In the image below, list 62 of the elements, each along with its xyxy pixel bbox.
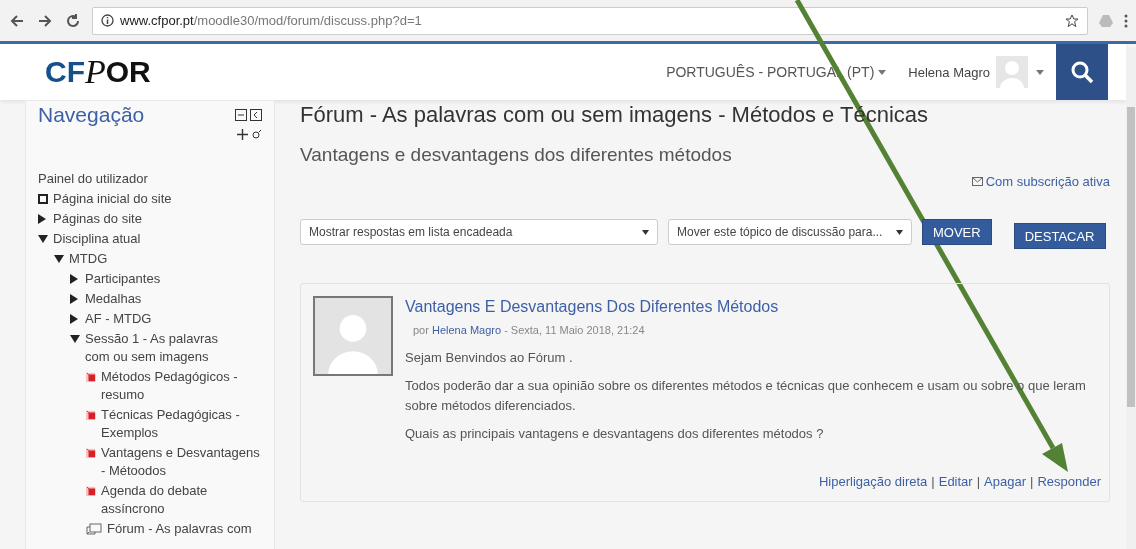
move-topic-select[interactable]: Mover este tópico de discussão para... <box>668 219 912 245</box>
info-icon[interactable] <box>101 14 114 27</box>
move-icon[interactable] <box>237 129 248 140</box>
chat-icon <box>86 522 102 536</box>
post-paragraph: Quais as principais vantagens e desvantagens dos diferentes métodos ? <box>405 425 825 443</box>
search-icon <box>1070 60 1094 84</box>
nav-item[interactable]: Sessão 1 - As palavras com ou sem imagens <box>85 330 245 366</box>
collapsed-triangle-icon[interactable] <box>38 214 46 224</box>
expanded-triangle-icon[interactable] <box>54 255 64 263</box>
caret-icon[interactable] <box>642 229 649 235</box>
nav-item[interactable]: Agenda do debate assíncrono <box>101 482 261 518</box>
post-action-link[interactable]: Editar <box>938 474 973 489</box>
nav-item[interactable]: Vantagens e Desvantagens - Métoodos <box>101 444 261 480</box>
caret-icon[interactable] <box>896 229 903 235</box>
pdf-icon <box>86 371 96 383</box>
nav-item[interactable]: Painel do utilizador <box>38 170 148 188</box>
discussion-title: Vantagens e desvantagens dos diferentes métodos <box>300 144 733 166</box>
post-title[interactable]: Vantagens E Desvantagens Dos Diferentes Métodos <box>405 298 1101 316</box>
nav-item[interactable]: Página inicial do site <box>53 190 172 208</box>
address-bar[interactable]: www.cfpor.pt/moodle30/mod/forum/discuss.php?d=1 <box>92 6 1088 35</box>
nav-item[interactable]: Disciplina atual <box>53 230 141 248</box>
nav-item[interactable]: MTDG <box>69 250 108 268</box>
expanded-triangle-icon[interactable] <box>70 335 80 343</box>
pdf-icon <box>86 485 96 497</box>
pin-button[interactable]: DESTACAR <box>1013 223 1106 249</box>
dock-icon[interactable] <box>250 109 262 121</box>
menu-icon[interactable] <box>1124 13 1128 28</box>
avatar-icon <box>313 296 393 376</box>
pdf-icon <box>86 447 96 459</box>
move-button[interactable]: MOVER <box>922 219 992 245</box>
separator: | <box>1030 474 1034 489</box>
pdf-icon <box>86 409 96 421</box>
collapse-icon[interactable] <box>235 109 247 121</box>
display-mode-select[interactable]: Mostrar respostas em lista encadeada <box>300 219 658 245</box>
nav-item[interactable]: Medalhas <box>85 290 142 308</box>
star-icon[interactable] <box>1065 13 1079 28</box>
url-text: www.cfpor.pt/moodle30/mod/forum/discuss.php?d=1 <box>120 13 422 28</box>
forward-arrow-icon[interactable] <box>38 13 52 28</box>
reload-icon[interactable] <box>66 13 80 28</box>
envelope-icon <box>971 177 983 186</box>
expanded-triangle-icon[interactable] <box>38 235 48 243</box>
block-title: Navegação <box>38 103 145 127</box>
nav-item[interactable]: Fórum - As palavras com <box>107 520 252 538</box>
search-button[interactable] <box>1056 44 1108 100</box>
nav-item[interactable]: AF - MTDG <box>85 310 152 328</box>
square-icon <box>38 194 48 204</box>
back-arrow-icon[interactable] <box>10 13 24 28</box>
nav-item[interactable]: Páginas do site <box>53 210 142 228</box>
nav-item[interactable]: Técnicas Pedagógicas - Exemplos <box>101 406 261 442</box>
post-action-link[interactable]: Apagar <box>984 474 1026 489</box>
subscription-link[interactable]: Com subscrição ativa <box>971 174 1110 189</box>
nav-item[interactable]: Participantes <box>85 270 161 288</box>
user-name[interactable]: Helena Magro <box>908 64 990 80</box>
scrollbar[interactable] <box>1126 47 1136 549</box>
post-meta: por Helena Magro - Sexta, 11 Maio 2018, 21:24 <box>413 324 646 336</box>
post-action-link[interactable]: Hiperligação direta <box>818 474 928 489</box>
site-logo[interactable]: CFPOR <box>45 53 151 91</box>
separator: | <box>976 474 981 489</box>
post-action-link[interactable]: Responder <box>1037 474 1101 489</box>
nav-item[interactable]: Métodos Pedagógicos - resumo <box>101 368 261 404</box>
post-paragraph: Sejam Benvindos ao Fórum . <box>405 349 574 367</box>
separator: | <box>931 474 935 489</box>
